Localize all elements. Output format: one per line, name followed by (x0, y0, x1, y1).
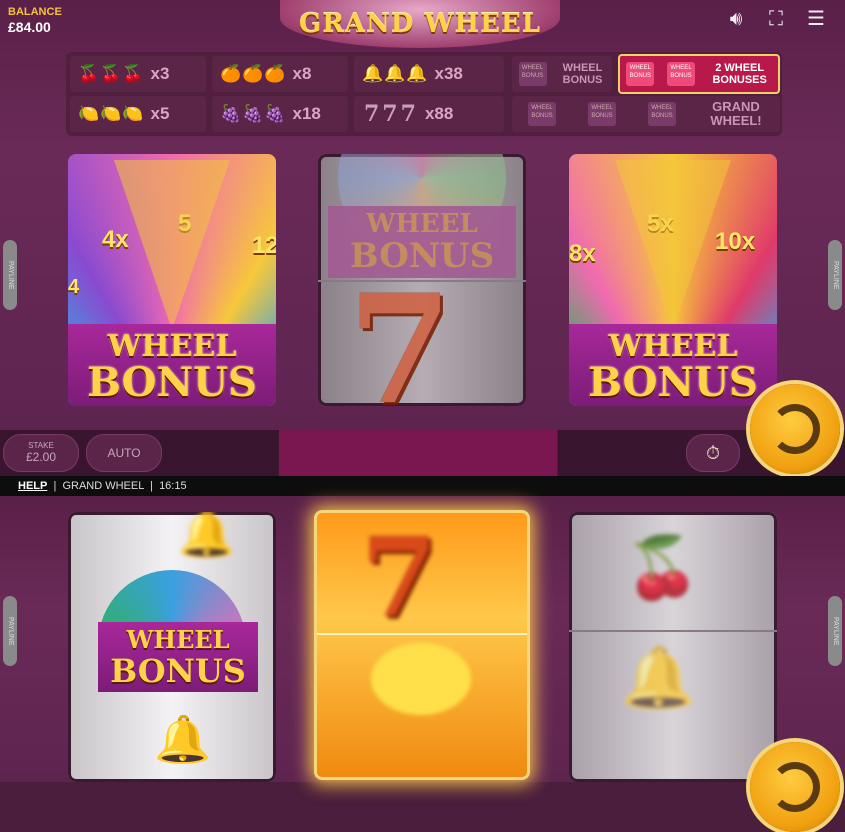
stake-button[interactable]: STAKE £2.00 (3, 434, 79, 472)
payout-multiplier: x18 (292, 104, 321, 123)
banner-line: BONUS (588, 359, 758, 406)
paytable-wheel-bonus: WHEEL BONUS WHEEL BONUS (512, 56, 612, 92)
bonus-label: WHEEL BONUS (562, 62, 603, 86)
bell-icon: 🔔🔔🔔 (362, 64, 429, 83)
seven-icon: 777 (364, 101, 419, 127)
game-title: GRAND WHEEL (298, 9, 542, 39)
reel-2-spinning: 7 (314, 510, 530, 780)
grape-icon: 🍇🍇🍇 (220, 104, 287, 123)
wheel-bonus-banner: WHEEL BONUS (68, 324, 276, 406)
help-bar: HELP | GRAND WHEEL | 16:15 (0, 476, 845, 496)
spin-arrows-icon (770, 404, 820, 454)
payout-multiplier: x3 (150, 64, 170, 83)
lemon-icon: 🍋🍋🍋 (78, 104, 145, 123)
paytable-grapes: 🍇🍇🍇 x18 (212, 96, 348, 132)
orange-icon: 🍊🍊🍊 (220, 64, 287, 83)
paytable-lemons: 🍋🍋🍋 x5 (70, 96, 206, 132)
spin-button[interactable] (750, 742, 840, 832)
cherry-icon: 🍒 (625, 534, 700, 601)
paytable-sevens: 777 x88 (354, 96, 504, 132)
wheel-pointer-icon (114, 160, 230, 330)
lemon-icon (371, 643, 471, 715)
paytable: 🍒🍒🍒 x3 🍊🍊🍊 x8 🔔🔔🔔 x38 🍋🍋🍋 x5 🍇🍇🍇 x18 777… (66, 52, 782, 136)
balance-value: £84.00 (8, 19, 51, 35)
separator: | (147, 480, 156, 492)
wheel-segment: 8x (569, 240, 596, 267)
reel-3: 8x 5x 10x WHEEL BONUS (569, 154, 777, 406)
game-screen-top: BALANCE £84.00 GRAND WHEEL 🔊︎ ⛶ ☰ 🍒🍒🍒 x3… (0, 0, 845, 430)
paytable-oranges: 🍊🍊🍊 x8 (212, 56, 348, 92)
payline-marker-right: PAYLINE (828, 596, 842, 666)
menu-icon[interactable]: ☰ (804, 8, 828, 30)
wheel-bonus-banner: WHEEL BONUS (569, 324, 777, 406)
cherry-icon: 🍒🍒🍒 (78, 64, 145, 83)
wheel-bonus-badge-icon: WHEEL BONUS (518, 62, 547, 86)
game-screen-bottom: PAYLINE PAYLINE 🔔 WHEEL BONUS 🔔 7 🍒 🔔 (0, 496, 845, 832)
reel-1: 🔔 WHEEL BONUS 🔔 (68, 512, 276, 782)
payline-marker-left: PAYLINE (3, 240, 17, 310)
reel-2: WHEEL BONUS 7 (318, 154, 526, 406)
fullscreen-icon[interactable]: ⛶ (764, 8, 788, 30)
wheel-pointer-icon (615, 160, 731, 330)
bonus-label: GRAND WHEEL! (710, 99, 762, 128)
payline-divider (569, 630, 777, 632)
game-logo: GRAND WHEEL (280, 0, 560, 48)
wheel-segment: 12 (252, 232, 276, 259)
spin-button[interactable] (750, 384, 840, 474)
payline-marker-right: PAYLINE (828, 240, 842, 310)
paytable-bells: 🔔🔔🔔 x38 (354, 56, 504, 92)
balance-label: BALANCE (8, 6, 62, 18)
help-link[interactable]: HELP (18, 480, 47, 492)
banner-line: BONUS (110, 652, 246, 690)
payout-multiplier: x88 (424, 104, 454, 123)
reel-3: 🍒 🔔 (569, 512, 777, 782)
payout-multiplier: x8 (292, 64, 312, 83)
stake-value: £2.00 (25, 450, 57, 464)
banner-line: WHEEL (366, 209, 478, 239)
wheel-bonus-badge-icon: WHEEL BONUS (528, 102, 556, 126)
banner-line: WHEEL (126, 625, 230, 654)
payline-marker-left: PAYLINE (3, 596, 17, 666)
auto-button[interactable]: AUTO (86, 434, 162, 472)
bonus-label: 2 WHEEL BONUSES (712, 62, 767, 86)
stake-label: STAKE (28, 441, 54, 450)
help-game-name: GRAND WHEEL (62, 480, 144, 492)
wheel-bonus-banner: WHEEL BONUS (98, 622, 258, 692)
bell-icon: 🔔 (178, 512, 236, 559)
seven-symbol: 7 (361, 513, 438, 642)
bell-icon: 🔔 (154, 713, 212, 765)
payout-multiplier: x5 (150, 104, 170, 123)
wheel-bonus-badge-icon: WHEEL BONUS (648, 102, 676, 126)
wheel-bonus-badge-icon: WHEEL BONUS (626, 62, 655, 86)
bell-icon: 🔔 (621, 644, 696, 711)
paytable-2-wheel-bonuses: WHEEL BONUS WHEEL BONUS 2 WHEEL BONUSES (618, 54, 780, 94)
banner-line: BONUS (87, 359, 257, 406)
seven-symbol: 7 (348, 262, 453, 406)
paytable-grand-wheel: WHEEL BONUS WHEEL BONUS WHEEL BONUS GRAN… (512, 96, 780, 132)
reel-1: 4 4x 5 12 WHEEL BONUS (68, 154, 276, 406)
wheel-bonus-badge-icon: WHEEL BONUS (666, 62, 695, 86)
spin-arrows-icon (770, 762, 820, 812)
wheel-bonus-badge-icon: WHEEL BONUS (588, 102, 616, 126)
paytable-cherries: 🍒🍒🍒 x3 (70, 56, 206, 92)
separator: | (50, 480, 60, 492)
payout-multiplier: x38 (434, 64, 463, 83)
payline-divider (317, 633, 527, 635)
wheel-segment: 4 (68, 276, 80, 298)
turbo-icon[interactable]: ⏱ (686, 434, 740, 472)
sound-icon[interactable]: 🔊︎ (724, 8, 748, 30)
clock-time: 16:15 (159, 480, 187, 492)
